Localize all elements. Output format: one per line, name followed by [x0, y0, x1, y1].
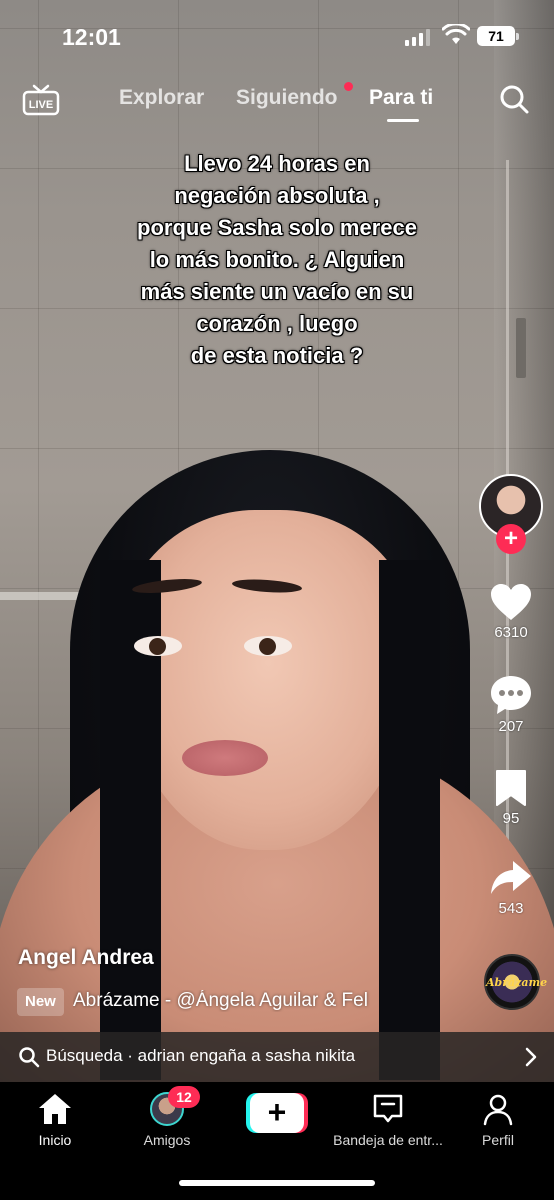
tab-bandeja-label: Bandeja de entr...	[333, 1132, 443, 1148]
share-arrow-icon	[491, 861, 531, 894]
comment-count: 207	[498, 718, 524, 735]
save-button[interactable]: 95	[478, 768, 544, 827]
share-count: 543	[498, 900, 524, 917]
new-badge: New	[17, 988, 64, 1016]
tab-inicio-label: Inicio	[38, 1132, 72, 1148]
tab-explorar[interactable]: Explorar	[119, 86, 204, 110]
create-button[interactable]: +	[246, 1093, 308, 1133]
amigos-badge: 12	[168, 1086, 200, 1108]
share-button[interactable]: 543	[478, 858, 544, 917]
heart-icon	[491, 584, 531, 620]
music-disc[interactable]: Abrázame	[484, 954, 548, 1010]
wifi-icon	[442, 24, 470, 44]
tab-bandeja[interactable]: Bandeja de entr...	[330, 1092, 446, 1148]
tab-inicio[interactable]: Inicio	[22, 1092, 88, 1148]
music-disc-label: Abrázame	[486, 976, 548, 989]
save-count: 95	[502, 810, 520, 827]
bookmark-icon	[496, 770, 526, 806]
inbox-icon	[373, 1094, 403, 1123]
lips	[182, 740, 268, 776]
tab-perfil-label: Perfil	[482, 1132, 514, 1148]
follow-button[interactable]: +	[496, 524, 526, 554]
right-eye	[244, 636, 292, 656]
live-icon[interactable]: LIVE	[22, 84, 60, 116]
cellular-signal-icon	[405, 28, 430, 46]
left-eye	[134, 636, 182, 656]
tab-para-ti[interactable]: Para ti	[369, 86, 433, 110]
search-suggestion-bar[interactable]: Búsqueda · adrian engaña a sasha nikita	[0, 1032, 554, 1082]
plus-icon: +	[250, 1093, 304, 1133]
status-time: 12:01	[62, 24, 121, 50]
home-indicator	[179, 1180, 375, 1186]
active-tab-indicator	[387, 119, 419, 122]
search-suggestion-text: Búsqueda · adrian engaña a sasha nikita	[46, 1046, 356, 1065]
chevron-right-icon	[525, 1047, 537, 1067]
top-nav: LIVE Explorar Siguiendo Para ti	[0, 76, 554, 124]
live-label: LIVE	[29, 99, 53, 111]
comment-icon	[491, 676, 531, 714]
home-icon	[39, 1094, 71, 1124]
music-title[interactable]: Abrázame - @Ángela Aguilar & Fel	[73, 990, 413, 1012]
profile-icon	[483, 1094, 513, 1126]
siguiendo-notification-dot	[344, 82, 353, 91]
status-bar: 12:01 71	[0, 0, 554, 70]
video-caption: Llevo 24 horas en negación absoluta , po…	[137, 151, 417, 368]
tab-amigos-label: Amigos	[143, 1132, 191, 1148]
author-name[interactable]: Angel Andrea	[18, 946, 154, 970]
tab-siguiendo[interactable]: Siguiendo	[236, 86, 338, 110]
search-icon[interactable]	[498, 83, 530, 115]
comment-button[interactable]: 207	[478, 674, 544, 735]
search-icon	[19, 1047, 40, 1068]
like-count: 6310	[494, 624, 528, 641]
like-button[interactable]: 6310	[478, 582, 544, 641]
battery-icon: 71	[477, 26, 519, 46]
tab-perfil[interactable]: Perfil	[468, 1092, 528, 1148]
door-hinge	[516, 318, 526, 378]
